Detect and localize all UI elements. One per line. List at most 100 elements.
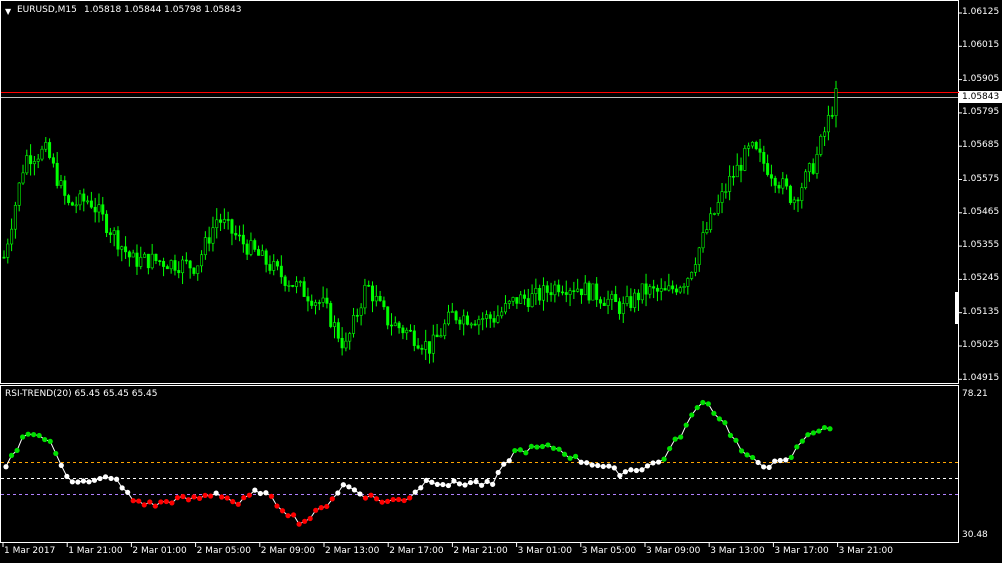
price-tick-label: 1.05795 xyxy=(962,106,1000,117)
rsi-point xyxy=(257,490,263,497)
candle-body xyxy=(382,300,386,308)
rsi-point xyxy=(451,478,457,484)
time-tick-label: 2 Mar 17:00 xyxy=(389,546,444,556)
candle-body xyxy=(481,318,485,320)
candle-body xyxy=(674,288,678,293)
rsi-point xyxy=(794,444,800,450)
rsi-point xyxy=(672,436,678,442)
indicator-axis-min: 30.48 xyxy=(962,530,988,540)
candle-body xyxy=(648,286,652,295)
candle-body xyxy=(10,228,14,245)
candle-body xyxy=(101,204,105,215)
candle-body xyxy=(352,315,356,334)
candle-body xyxy=(124,246,128,253)
rsi-point xyxy=(606,463,612,469)
candle-body xyxy=(731,175,735,178)
candle-body xyxy=(29,155,33,165)
candle-body xyxy=(329,303,333,327)
rsi-point xyxy=(423,477,429,483)
candle-body xyxy=(371,285,375,302)
chart-canvas[interactable] xyxy=(0,0,1002,563)
rsi-point xyxy=(418,485,424,491)
candle-body xyxy=(785,178,789,187)
rsi-point xyxy=(733,437,739,443)
candle-body xyxy=(743,148,747,171)
candle-body xyxy=(238,234,242,237)
candle-body xyxy=(500,311,504,317)
candle-body xyxy=(804,171,808,188)
chart-menu-icon[interactable]: ▼ xyxy=(5,6,11,17)
candle-body xyxy=(697,247,701,265)
rsi-point xyxy=(523,450,529,456)
candle-body xyxy=(553,284,557,296)
candle-body xyxy=(450,311,454,313)
candle-body xyxy=(610,294,614,300)
time-tick-label: 3 Mar 09:00 xyxy=(646,546,701,556)
rsi-point xyxy=(434,481,440,487)
candle-body xyxy=(693,264,697,273)
rsi-point xyxy=(628,467,634,473)
rsi-point xyxy=(274,503,280,509)
rsi-series xyxy=(3,399,833,527)
rsi-point xyxy=(196,495,203,501)
rsi-point xyxy=(36,432,42,439)
rsi-point xyxy=(379,499,385,505)
rsi-point xyxy=(202,492,208,498)
candle-body xyxy=(564,292,568,295)
candle-body xyxy=(522,294,526,299)
candle-body xyxy=(317,302,321,304)
rsi-point xyxy=(125,489,131,495)
time-tick-label: 2 Mar 21:00 xyxy=(453,546,508,556)
candle-body xyxy=(268,264,272,271)
rsi-point xyxy=(490,481,496,487)
candle-series xyxy=(2,80,838,364)
candle-body xyxy=(606,298,610,306)
candle-body xyxy=(728,175,732,192)
rsi-point xyxy=(788,454,794,460)
candle-body xyxy=(70,202,74,206)
rsi-point xyxy=(722,420,728,426)
rsi-point xyxy=(655,459,662,465)
price-tick-label: 1.05905 xyxy=(962,73,1000,84)
candle-body xyxy=(291,284,295,287)
candle-body xyxy=(807,163,811,173)
rsi-point xyxy=(64,473,70,479)
candle-body xyxy=(526,298,530,307)
rsi-point xyxy=(467,479,474,486)
candle-body xyxy=(671,285,675,290)
candle-body xyxy=(773,177,777,186)
candle-body xyxy=(253,240,257,250)
rsi-point xyxy=(639,467,645,473)
candle-body xyxy=(701,232,705,249)
rsi-point xyxy=(307,515,313,522)
candle-body xyxy=(36,158,40,162)
candle-body xyxy=(260,250,264,256)
rsi-point xyxy=(313,507,319,513)
candle-body xyxy=(735,164,739,178)
rsi-point xyxy=(573,453,579,459)
candle-body xyxy=(416,345,420,349)
rsi-point xyxy=(357,491,363,497)
rsi-point xyxy=(700,399,706,406)
candle-body xyxy=(788,185,792,203)
rsi-point xyxy=(396,496,402,503)
rsi-point xyxy=(716,416,722,422)
chart-shift-marker[interactable] xyxy=(955,292,959,324)
candle-body xyxy=(655,287,659,292)
candle-body xyxy=(515,297,519,304)
rsi-point xyxy=(318,505,324,511)
candle-body xyxy=(177,270,181,274)
candle-body xyxy=(826,115,830,133)
candle-body xyxy=(93,206,97,213)
rsi-point xyxy=(252,487,258,493)
candle-body xyxy=(105,213,109,234)
candle-body xyxy=(169,260,173,270)
candle-body xyxy=(63,180,67,196)
rsi-point xyxy=(80,478,87,484)
candle-body xyxy=(576,288,580,292)
candle-body xyxy=(462,315,466,325)
candle-body xyxy=(230,219,234,234)
rsi-point xyxy=(727,432,734,438)
candle-body xyxy=(591,283,595,301)
rsi-point xyxy=(208,493,214,499)
